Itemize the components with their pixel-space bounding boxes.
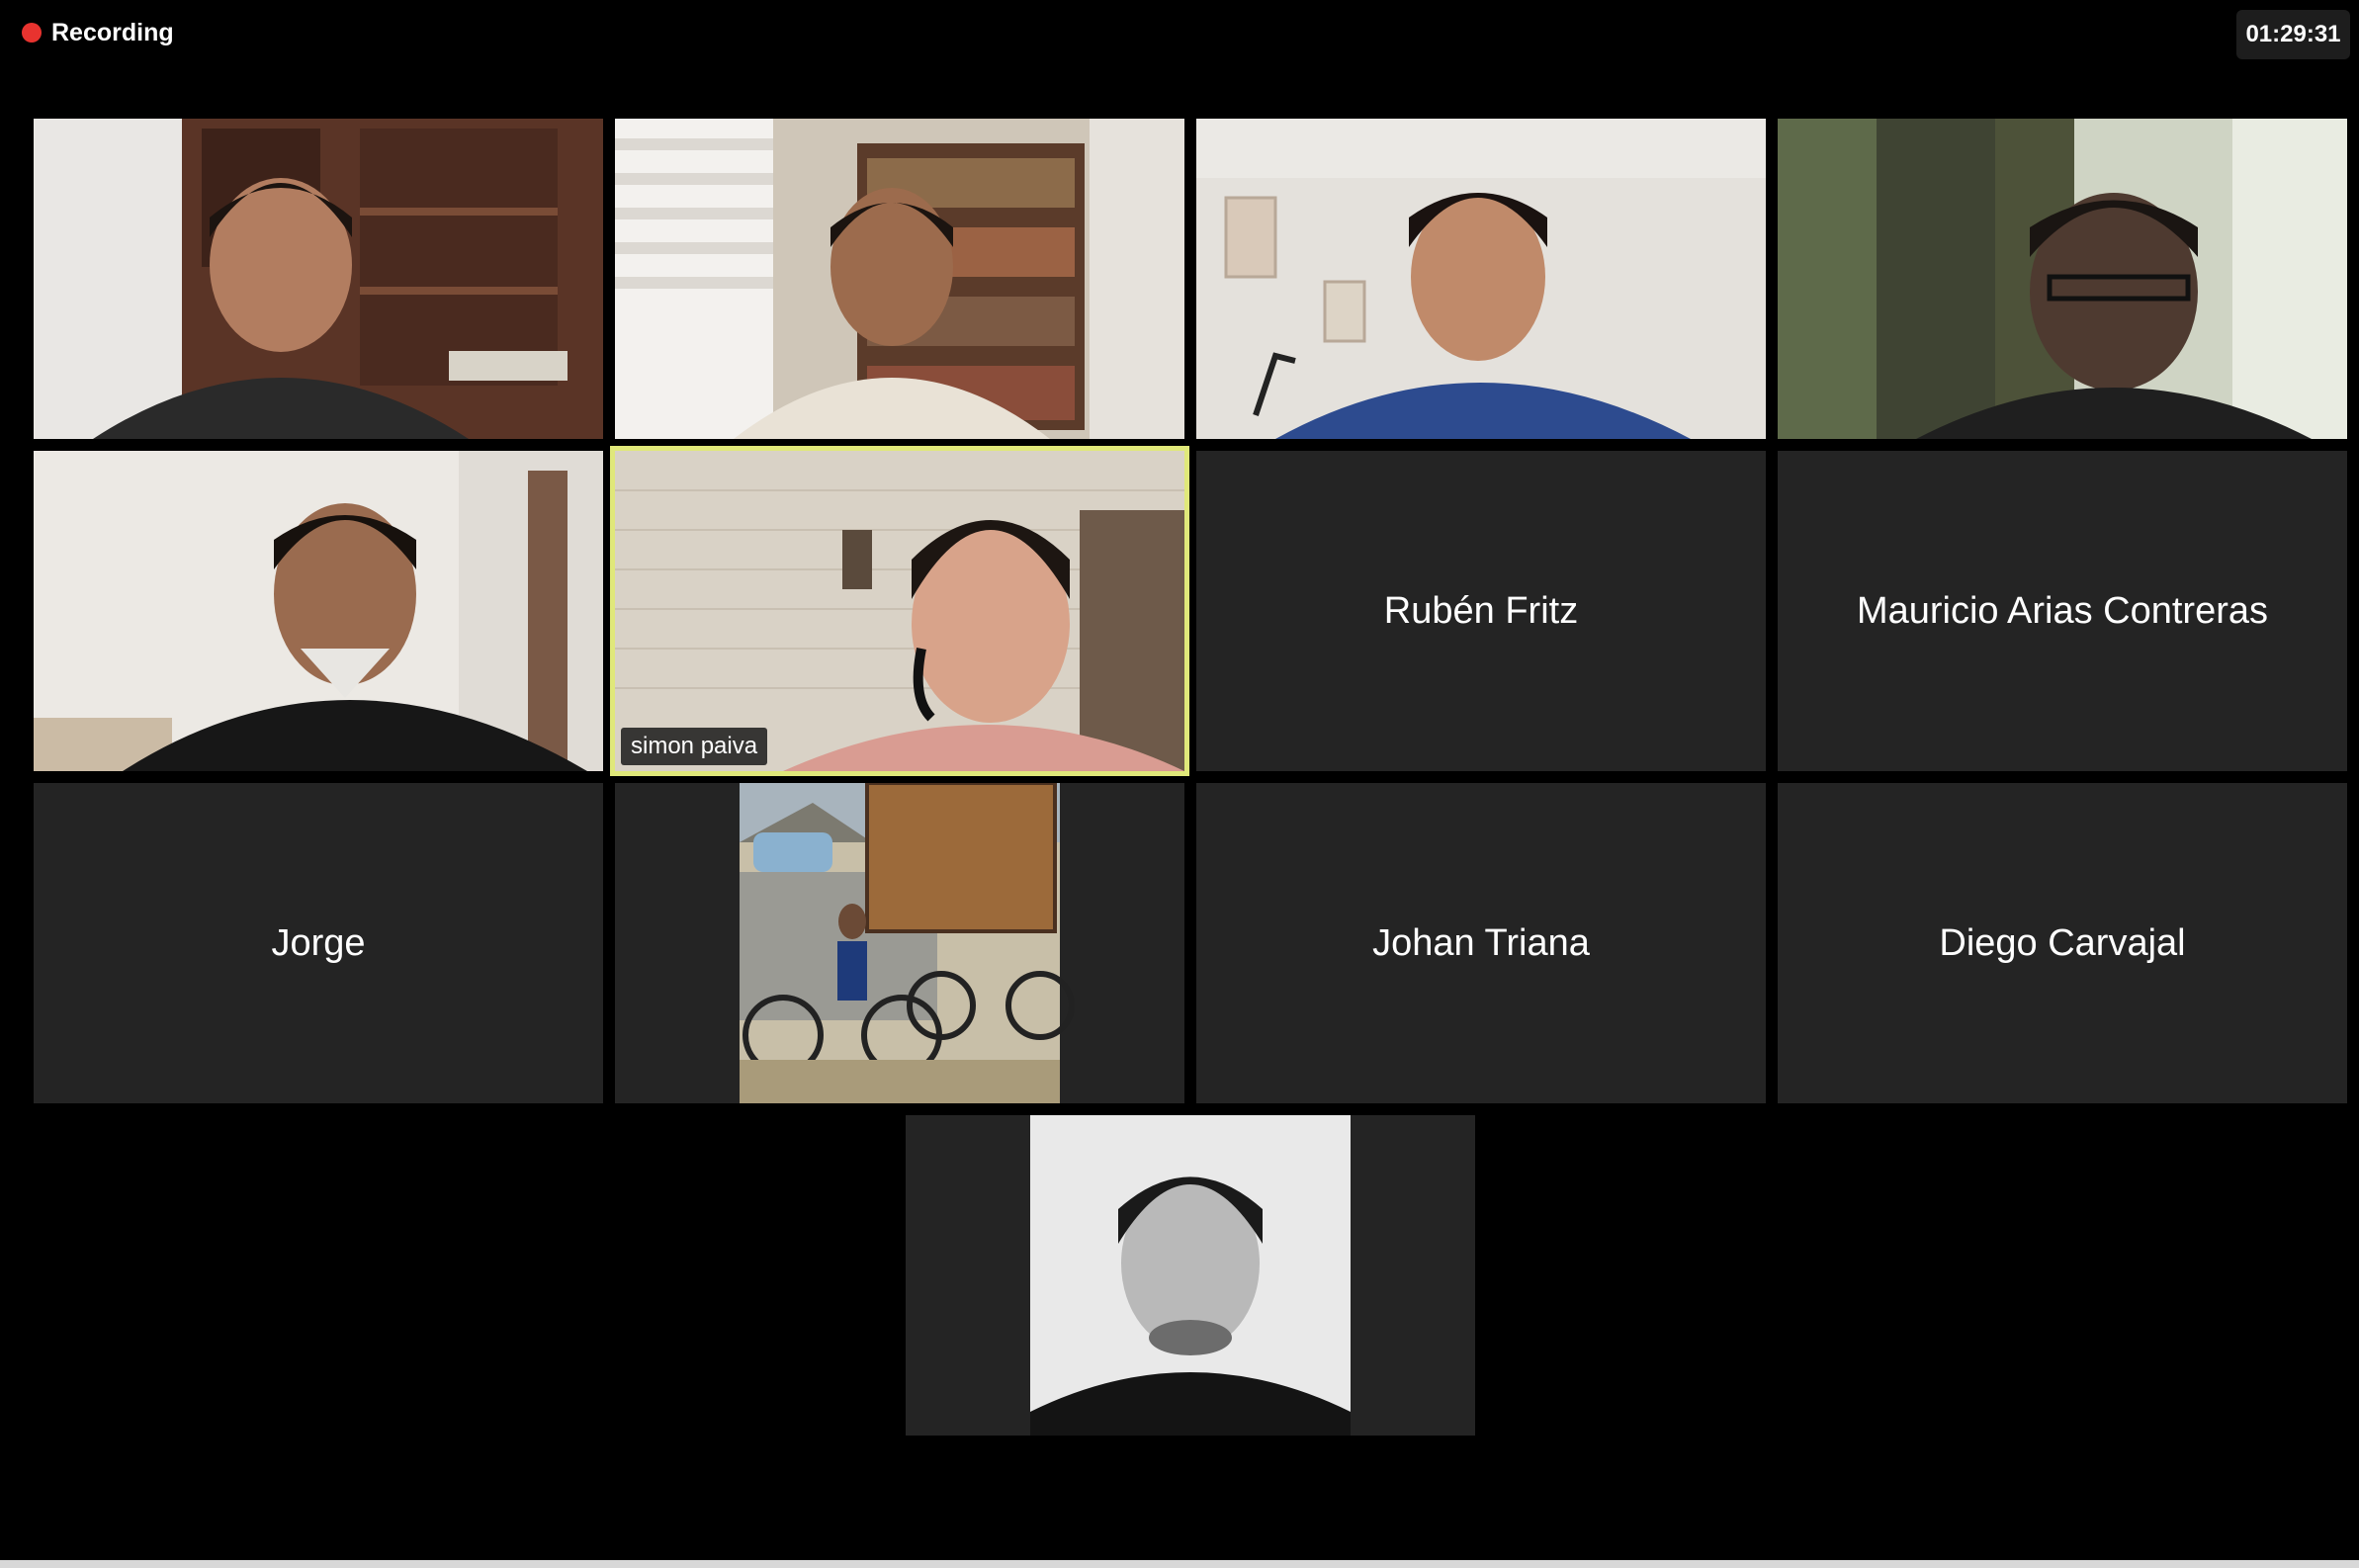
participant-video-simon-paiva — [615, 451, 1184, 771]
participant-tile-simon-paiva[interactable]: simon paiva — [610, 446, 1189, 776]
meeting-timer: 01:29:31 — [2236, 10, 2350, 59]
participant-tile-1[interactable] — [34, 119, 603, 439]
background-document-strip — [0, 1560, 2359, 1568]
participant-name: Diego Carvajal — [1939, 921, 2186, 964]
participant-tile-mauricio-arias-contreras[interactable]: Mauricio Arias Contreras — [1778, 451, 2347, 771]
bicycle-photo-icon — [615, 783, 1184, 1103]
participant-tile-10[interactable] — [615, 783, 1184, 1103]
recording-indicator: Recording — [22, 18, 174, 47]
participant-tile-5[interactable] — [34, 451, 603, 771]
recording-label: Recording — [51, 18, 174, 46]
participant-name: Mauricio Arias Contreras — [1856, 589, 2269, 632]
participant-video-4 — [1778, 119, 2347, 439]
participant-video-3 — [1196, 119, 1766, 439]
participant-tile-13[interactable] — [906, 1115, 1475, 1436]
portrait-photo-icon — [906, 1115, 1475, 1436]
participant-name: Jorge — [271, 921, 366, 964]
participant-tile-ruben-fritz[interactable]: Rubén Fritz — [1196, 451, 1766, 771]
participant-video-1 — [34, 119, 603, 439]
participant-tile-4[interactable] — [1778, 119, 2347, 439]
recording-dot-icon — [22, 23, 42, 43]
participant-tile-diego-carvajal[interactable]: Diego Carvajal — [1778, 783, 2347, 1103]
participant-name: Rubén Fritz — [1383, 589, 1579, 632]
participant-video-5 — [34, 451, 603, 771]
participant-tile-johan-triana[interactable]: Johan Triana — [1196, 783, 1766, 1103]
participant-name: Johan Triana — [1372, 921, 1590, 964]
participant-name-tag: simon paiva — [621, 728, 768, 765]
participant-tile-3[interactable] — [1196, 119, 1766, 439]
participant-tile-jorge[interactable]: Jorge — [34, 783, 603, 1103]
participant-video-2 — [615, 119, 1184, 439]
participant-tile-2[interactable] — [615, 119, 1184, 439]
